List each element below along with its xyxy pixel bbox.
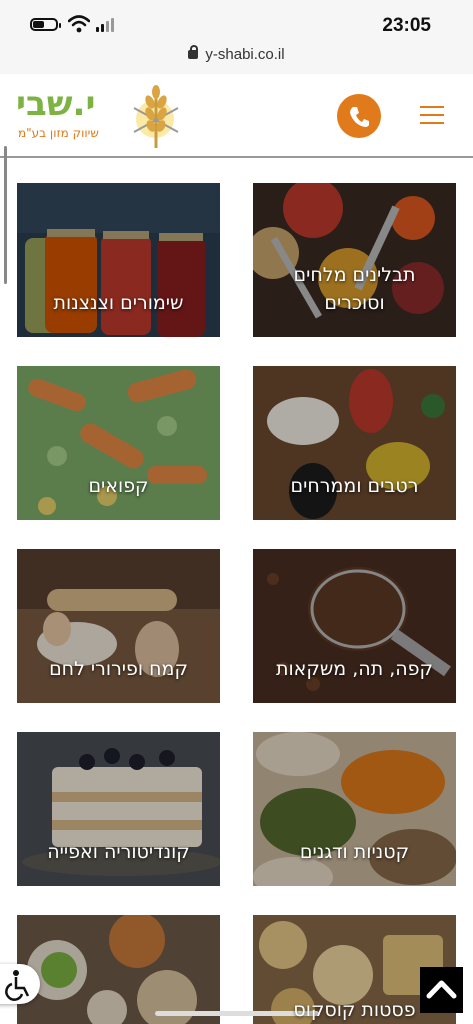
- hamburger-menu-button[interactable]: [420, 106, 444, 124]
- url-text: y-shabi.co.il: [205, 46, 285, 63]
- category-label: פסטות קוסקוס: [293, 999, 416, 1021]
- category-tile-frozen[interactable]: קפואים: [17, 366, 220, 520]
- category-tile-coffee[interactable]: קפה, תה, משקאות: [253, 549, 456, 703]
- category-label: קפה, תה, משקאות: [275, 658, 434, 680]
- wifi-icon: [68, 15, 90, 33]
- site-header: י.שבי שיווק מזון בע"מ: [0, 74, 473, 158]
- category-tile-nuts[interactable]: [17, 915, 220, 1024]
- category-label: רטבים וממרחים: [290, 475, 419, 497]
- signal-icon: [96, 17, 116, 32]
- wheat-icon: [133, 85, 179, 148]
- phone-icon: [350, 107, 369, 127]
- category-label: קטניות ודגנים: [299, 841, 410, 863]
- scrollbar[interactable]: [4, 146, 7, 284]
- category-label: קפואים: [88, 475, 149, 497]
- category-tile-pastry[interactable]: קונדיטוריה ואפייה: [17, 732, 220, 886]
- category-tile-legumes[interactable]: קטניות ודגנים: [253, 732, 456, 886]
- clock: 23:05: [382, 15, 431, 36]
- logo-subtitle: שיווק מזון בע"מ: [18, 126, 99, 140]
- logo-text: י.שבי: [16, 84, 96, 124]
- category-tile-flour[interactable]: קמח ופירורי לחם: [17, 549, 220, 703]
- category-label: קמח ופירורי לחם: [49, 658, 188, 680]
- category-label: קונדיטוריה ואפייה: [47, 841, 190, 863]
- category-tile-sauces[interactable]: רטבים וממרחים: [253, 366, 456, 520]
- category-label: שימורים וצנצנות: [53, 292, 184, 314]
- lock-icon: [188, 45, 199, 59]
- site-logo[interactable]: י.שבי שיווק מזון בע"מ: [16, 78, 181, 152]
- category-label: תבלינים מלחים וסוכרים: [293, 264, 416, 314]
- battery-icon: [30, 18, 61, 31]
- accessibility-button[interactable]: [0, 964, 40, 1004]
- wheelchair-icon: [5, 970, 30, 1001]
- status-bar: 23:05 y-shabi.co.il: [0, 0, 473, 74]
- nuts-dried-fruit-image: [17, 915, 220, 1024]
- address-bar[interactable]: y-shabi.co.il: [0, 45, 473, 63]
- phone-button[interactable]: [337, 94, 381, 138]
- category-tile-preserves[interactable]: שימורים וצנצנות: [17, 183, 220, 337]
- category-tile-spices[interactable]: תבלינים מלחים וסוכרים: [253, 183, 456, 337]
